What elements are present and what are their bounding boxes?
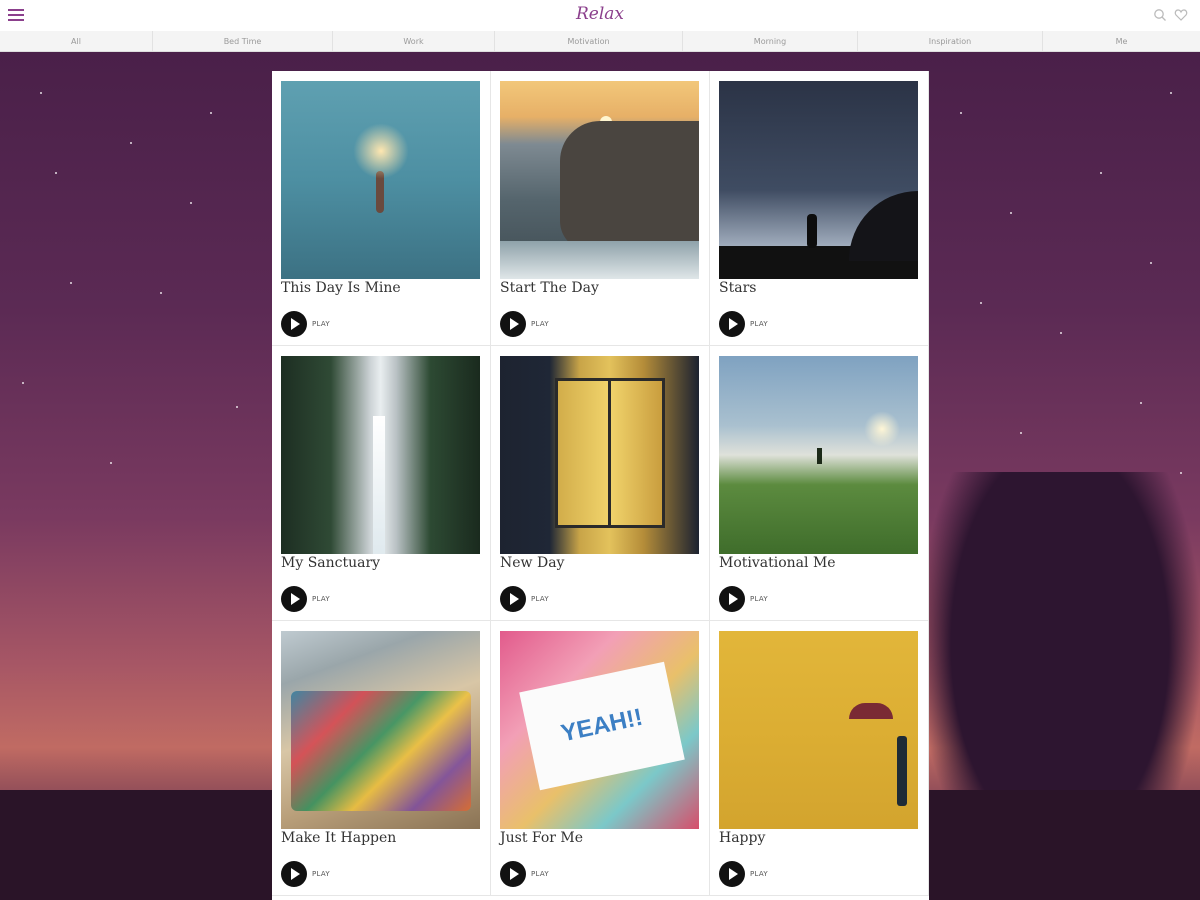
track-thumbnail[interactable] — [281, 631, 480, 829]
track-card[interactable]: Happy PLAY — [710, 621, 929, 896]
tab-motivation[interactable]: Motivation — [495, 31, 683, 51]
track-title: Start The Day — [500, 280, 599, 296]
tab-all[interactable]: All — [0, 31, 153, 51]
content-panel: This Day Is Mine PLAY Start The Day PLAY… — [272, 71, 929, 900]
track-title: Make It Happen — [281, 830, 397, 846]
play-label[interactable]: PLAY — [312, 595, 330, 603]
track-thumbnail[interactable] — [500, 81, 699, 279]
app-title: Relax — [575, 4, 625, 24]
track-thumbnail[interactable] — [719, 356, 918, 554]
track-card[interactable]: My Sanctuary PLAY — [272, 346, 491, 621]
play-icon[interactable] — [719, 861, 745, 887]
tab-me[interactable]: Me — [1043, 31, 1200, 51]
play-icon[interactable] — [500, 311, 526, 337]
track-card[interactable]: Stars PLAY — [710, 71, 929, 346]
top-app-bar: Relax — [0, 0, 1200, 31]
track-thumbnail[interactable] — [500, 356, 699, 554]
track-thumbnail[interactable] — [281, 356, 480, 554]
tab-bed-time[interactable]: Bed Time — [153, 31, 333, 51]
play-label[interactable]: PLAY — [531, 870, 549, 878]
play-icon[interactable] — [500, 861, 526, 887]
track-card[interactable]: Make It Happen PLAY — [272, 621, 491, 896]
category-tabs: All Bed Time Work Motivation Morning Ins… — [0, 31, 1200, 52]
play-label[interactable]: PLAY — [531, 320, 549, 328]
track-title: My Sanctuary — [281, 555, 381, 571]
track-thumbnail[interactable] — [719, 81, 918, 279]
play-icon[interactable] — [281, 861, 307, 887]
track-thumbnail[interactable] — [281, 81, 480, 279]
play-icon[interactable] — [281, 586, 307, 612]
play-label[interactable]: PLAY — [312, 320, 330, 328]
track-title: Happy — [719, 830, 766, 846]
track-card[interactable]: Motivational Me PLAY — [710, 346, 929, 621]
play-label[interactable]: PLAY — [750, 595, 768, 603]
tab-work[interactable]: Work — [333, 31, 495, 51]
track-card[interactable]: This Day Is Mine PLAY — [272, 71, 491, 346]
track-card[interactable]: YEAH!! Just For Me PLAY — [491, 621, 710, 896]
track-title: This Day Is Mine — [281, 280, 401, 296]
track-title: Just For Me — [500, 830, 584, 846]
sign-text: YEAH!! — [558, 703, 646, 748]
play-icon[interactable] — [719, 586, 745, 612]
track-card[interactable]: New Day PLAY — [491, 346, 710, 621]
track-title: Motivational Me — [719, 555, 836, 571]
tab-inspiration[interactable]: Inspiration — [858, 31, 1043, 51]
track-title: New Day — [500, 555, 565, 571]
search-icon[interactable] — [1153, 8, 1167, 22]
track-grid: This Day Is Mine PLAY Start The Day PLAY… — [272, 71, 929, 900]
track-card[interactable]: Start The Day PLAY — [491, 71, 710, 346]
track-title: Stars — [719, 280, 757, 296]
play-label[interactable]: PLAY — [750, 870, 768, 878]
track-thumbnail[interactable]: YEAH!! — [500, 631, 699, 829]
play-label[interactable]: PLAY — [750, 320, 768, 328]
heart-icon[interactable] — [1174, 8, 1188, 22]
play-label[interactable]: PLAY — [312, 870, 330, 878]
play-icon[interactable] — [719, 311, 745, 337]
tab-morning[interactable]: Morning — [683, 31, 858, 51]
play-label[interactable]: PLAY — [531, 595, 549, 603]
play-icon[interactable] — [281, 311, 307, 337]
play-icon[interactable] — [500, 586, 526, 612]
track-thumbnail[interactable] — [719, 631, 918, 829]
